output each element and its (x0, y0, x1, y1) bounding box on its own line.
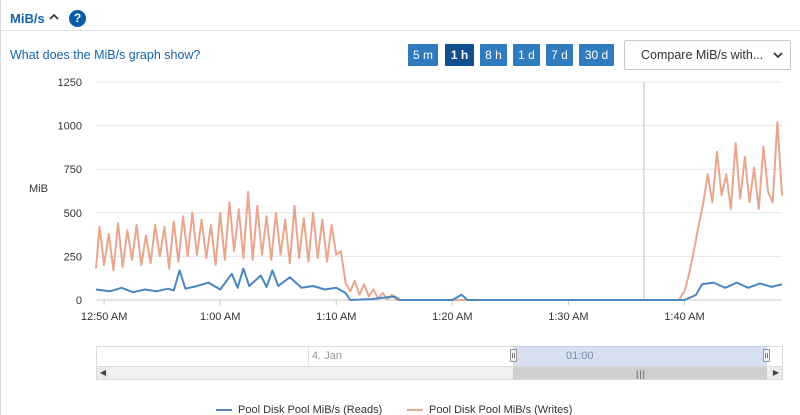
legend-item-writes[interactable]: Pool Disk Pool MiB/s (Writes) (429, 404, 572, 415)
navigator-divider (308, 347, 309, 366)
legend-reads-swatch (216, 409, 232, 411)
x-tick-label: 1:20 AM (432, 311, 472, 323)
x-tick-label: 12:50 AM (81, 311, 127, 323)
scroll-right-arrow-icon[interactable]: ▶ (770, 367, 782, 379)
y-tick-label: 750 (64, 164, 82, 176)
y-tick-label: 1000 (58, 121, 82, 133)
scrollbar-grip-icon: ||| (636, 369, 647, 379)
navigator-left-handle[interactable] (510, 349, 517, 362)
x-tick-label: 1:40 AM (664, 311, 704, 323)
legend-item-reads[interactable]: Pool Disk Pool MiB/s (Reads) (238, 404, 382, 415)
y-tick-label: 250 (64, 251, 82, 263)
scroll-left-arrow-icon[interactable]: ◀ (97, 367, 109, 379)
y-tick-label: 500 (64, 208, 82, 220)
x-tick-label: 1:10 AM (316, 311, 356, 323)
series-line-writes (95, 121, 783, 301)
x-tick-label: 1:30 AM (548, 311, 588, 323)
navigator-right-handle[interactable] (763, 349, 770, 362)
y-axis-label: MiB (29, 183, 48, 195)
navigator-date-label: 4. Jan (312, 350, 342, 362)
legend-writes-swatch (407, 409, 423, 411)
mibs-line-chart: 0 250 500 750 1000 1250 12:50 AM 1:00 AM 1:10 A… (29, 77, 783, 323)
series-line-reads (95, 267, 783, 301)
navigator-time-label: 01:00 (566, 350, 594, 362)
y-tick-label: 1250 (58, 77, 82, 89)
y-tick-label: 0 (76, 295, 82, 307)
x-tick-label: 1:00 AM (200, 311, 240, 323)
navigator-selection[interactable] (513, 346, 767, 366)
mibs-panel: MiB/s ? What does the MiB/s graph show? … (0, 0, 800, 415)
